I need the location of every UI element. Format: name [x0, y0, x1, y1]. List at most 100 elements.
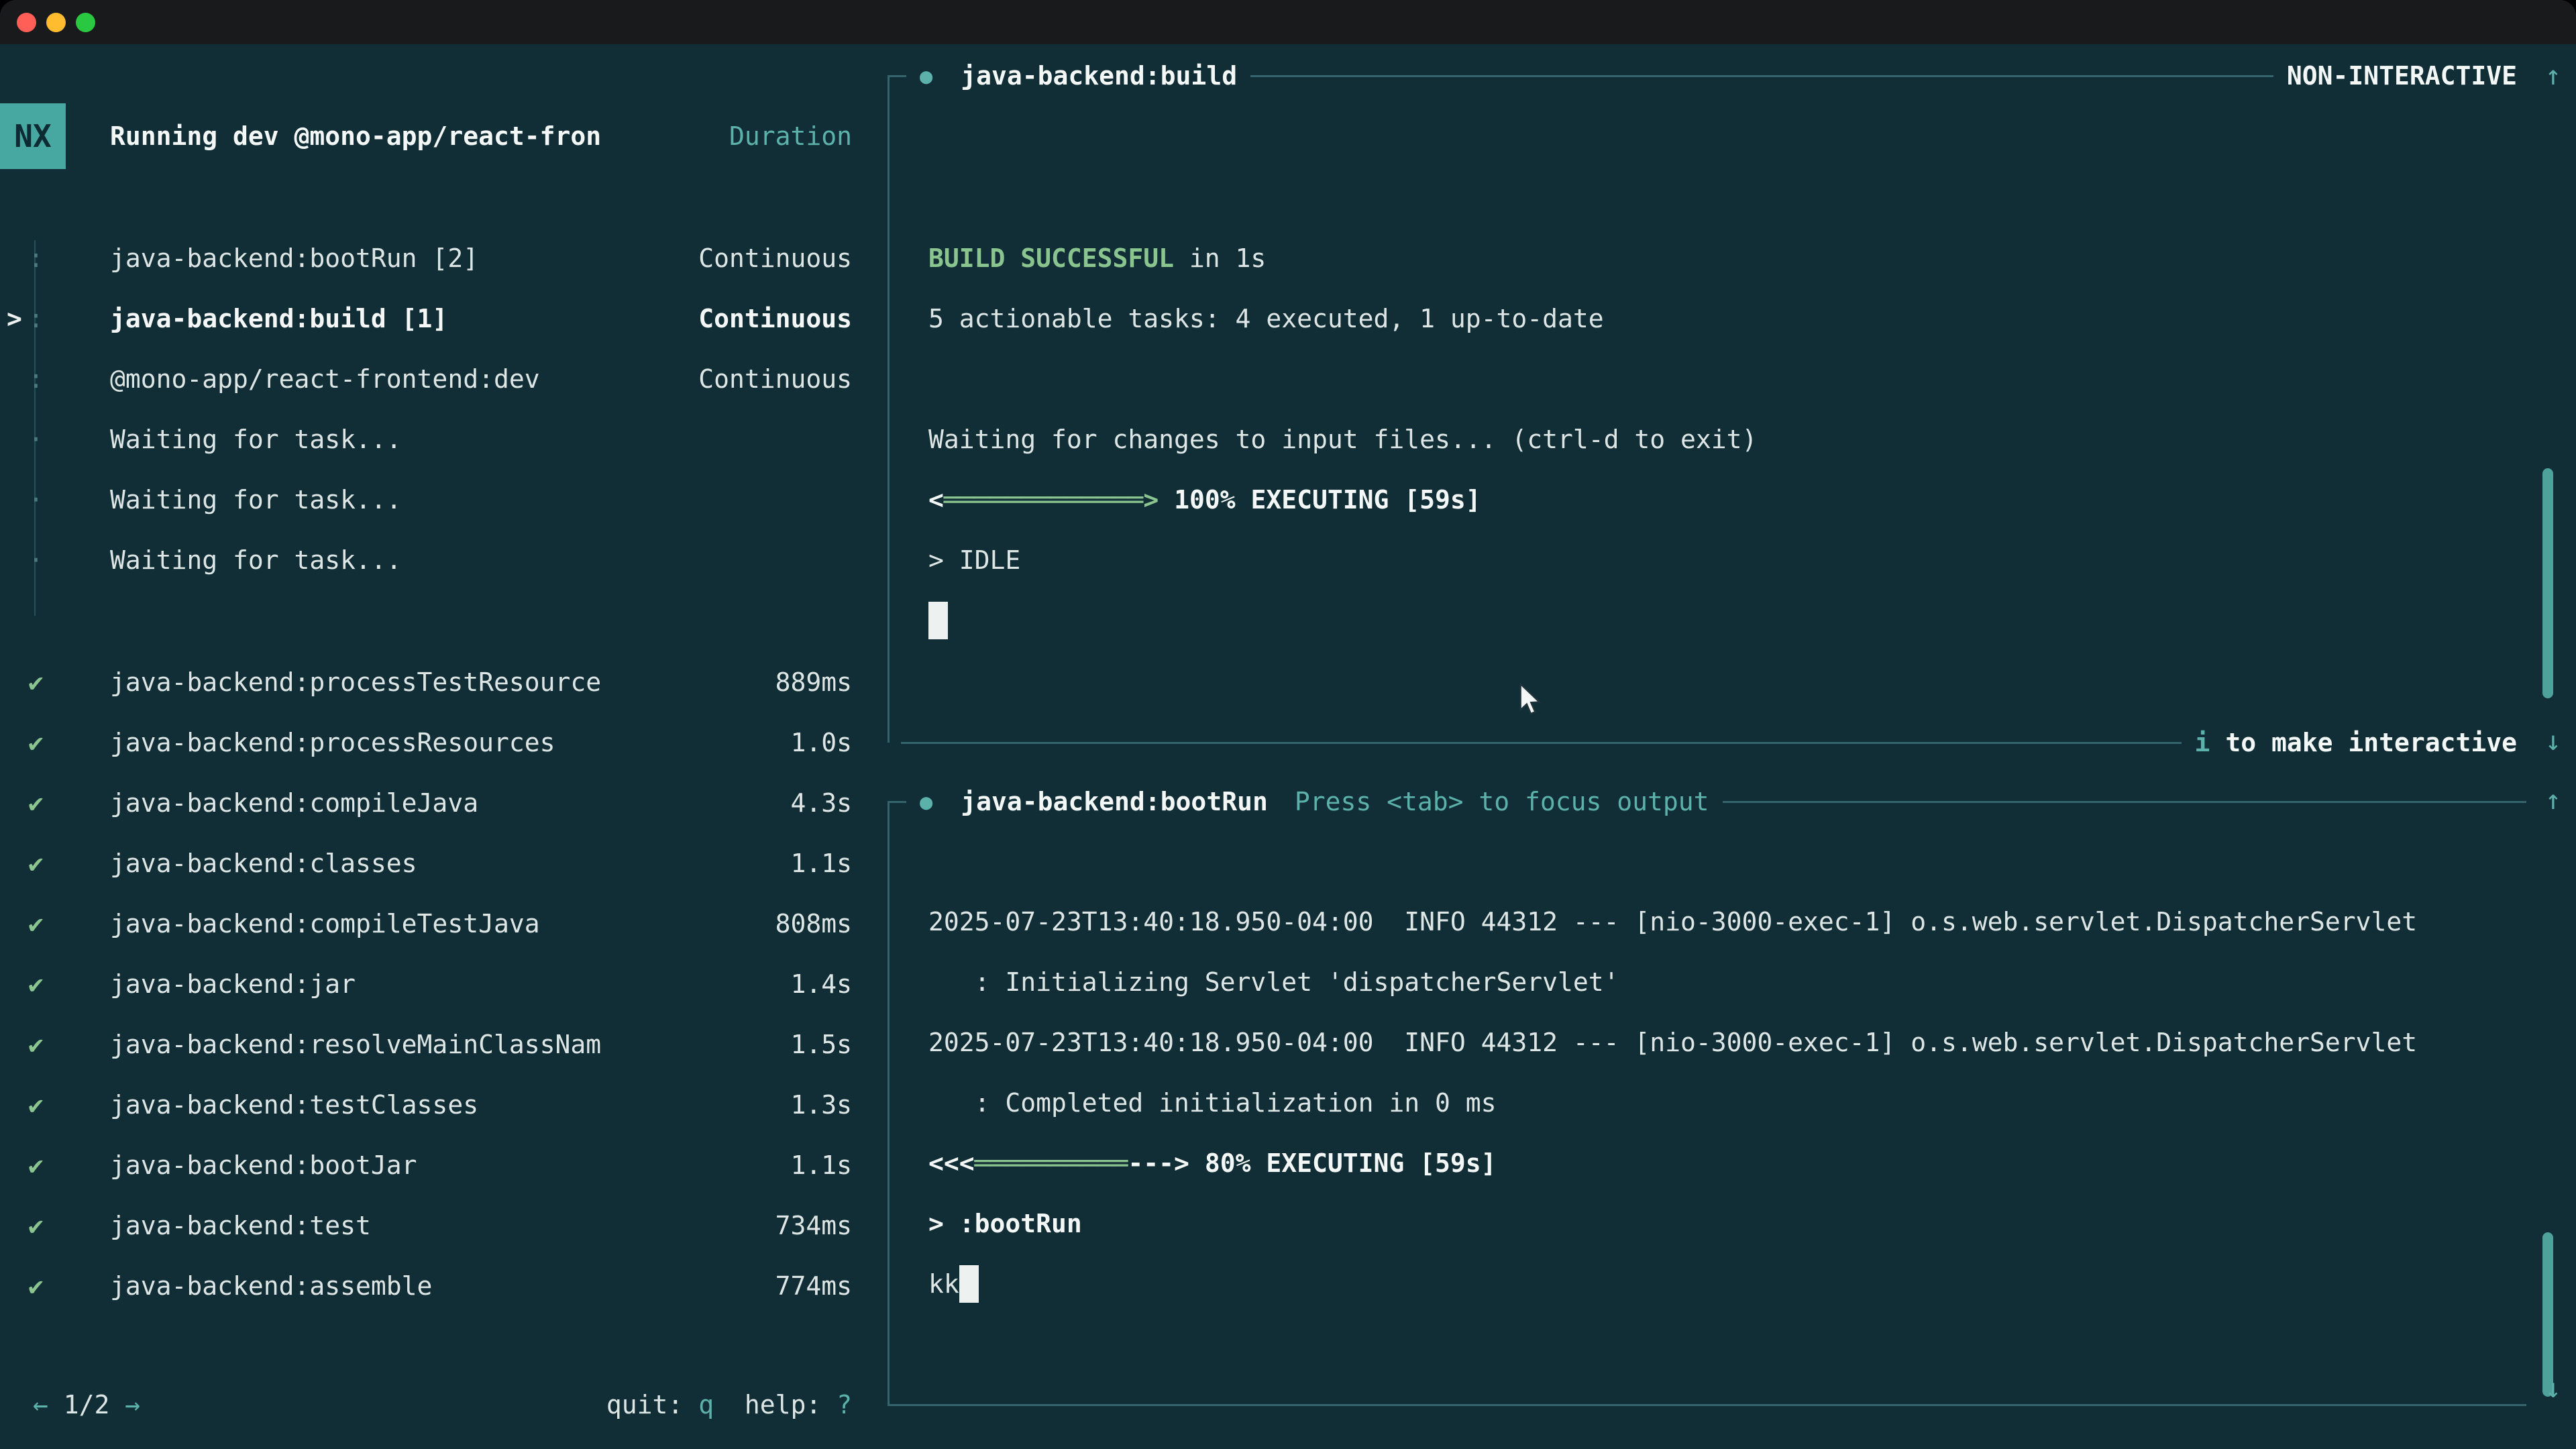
task-row[interactable]: ✔ java-backend:jar 1.4s [0, 954, 852, 1014]
task-row[interactable]: ✔ java-backend:processResources 1.0s [0, 712, 852, 773]
border-segment [888, 1404, 2526, 1406]
non-interactive-badge: NON-INTERACTIVE [2287, 61, 2517, 91]
interactive-hint: i to make interactive [2195, 728, 2517, 757]
check-icon: ✔ [0, 1271, 110, 1301]
prev-page-arrow-icon[interactable]: ← [33, 1390, 48, 1419]
titlebar [0, 0, 2576, 44]
check-icon: ✔ [0, 1211, 110, 1240]
check-icon: ✔ [0, 849, 110, 878]
terminal-line: > IDLE [928, 530, 2526, 590]
help-label: help: [714, 1390, 837, 1419]
nx-tui: NX Running dev @mono-app/react-fron Dura… [0, 44, 2576, 1449]
selection-arrow-icon: > [7, 304, 22, 333]
scroll-up-icon[interactable]: ↑ [2545, 786, 2561, 815]
task-row[interactable]: ✔ java-backend:testClasses 1.3s [0, 1075, 852, 1135]
task-row[interactable]: ✔ java-backend:bootJar 1.1s [0, 1135, 852, 1195]
bootrun-panel-footer [888, 1386, 2526, 1424]
check-icon: ✔ [0, 909, 110, 938]
input-line[interactable]: kk [928, 1254, 2526, 1314]
mouse-pointer-icon [1519, 683, 1546, 718]
build-panel-footer: i to make interactive [888, 724, 2526, 761]
log-line: : Completed initialization in 0 ms [928, 1073, 2526, 1133]
border-segment [1250, 75, 2273, 77]
terminal-line-blank [928, 349, 2526, 409]
run-command-title: Running dev @mono-app/react-fron [110, 121, 601, 151]
task-row[interactable]: ✔ java-backend:compileJava 4.3s [0, 773, 852, 833]
page-indicator: 1/2 [48, 1390, 125, 1419]
spinner-icon: : [0, 244, 110, 273]
log-line: 2025-07-23T13:40:18.950-04:00 INFO 44312… [928, 892, 2526, 952]
duration-column-header: Duration [729, 121, 852, 151]
gradle-progress-bar: <═════════════> 100% EXECUTING [59s] [928, 470, 2526, 530]
build-panel-scrollbar[interactable] [2542, 468, 2553, 698]
scroll-down-icon[interactable]: ↓ [2545, 727, 2561, 756]
build-panel-title-row: ● java-backend:build NON-INTERACTIVE [888, 57, 2526, 95]
completed-task-list: ✔ java-backend:processTestResource 889ms… [0, 652, 852, 1316]
pending-dot-icon: · [0, 485, 110, 515]
build-panel-title[interactable]: java-backend:build [961, 61, 1237, 91]
task-row[interactable]: : java-backend:bootRun [2] Continuous [0, 228, 852, 288]
task-row[interactable]: ✔ java-backend:test 734ms [0, 1195, 852, 1256]
gradle-progress-bar: <<<══════════---> 80% EXECUTING [59s] [928, 1133, 2526, 1193]
task-row-selected[interactable]: > : java-backend:build [1] Continuous [0, 288, 852, 349]
task-row[interactable]: : @mono-app/react-frontend:dev Continuou… [0, 349, 852, 409]
terminal-line: 5 actionable tasks: 4 executed, 1 up-to-… [928, 288, 2526, 349]
focus-output-hint: Press <tab> to focus output [1295, 787, 1709, 816]
build-output-panel: ● java-backend:build NON-INTERACTIVE BUI… [888, 57, 2526, 761]
task-row[interactable]: ✔ java-backend:compileTestJava 808ms [0, 894, 852, 954]
running-task-list: : java-backend:bootRun [2] Continuous > … [0, 228, 852, 590]
task-row-waiting[interactable]: · Waiting for task... [0, 409, 852, 470]
terminal-cursor-line [928, 590, 2526, 651]
bootrun-panel-title[interactable]: java-backend:bootRun [961, 787, 1268, 816]
task-row[interactable]: ✔ java-backend:classes 1.1s [0, 833, 852, 894]
panel-border [888, 76, 890, 743]
panel-border [888, 802, 890, 1405]
border-segment [901, 742, 2182, 744]
task-row-waiting[interactable]: · Waiting for task... [0, 470, 852, 530]
bootrun-panel-scrollbar[interactable] [2542, 1232, 2553, 1397]
scroll-up-icon[interactable]: ↑ [2545, 61, 2561, 91]
check-icon: ✔ [0, 667, 110, 697]
task-sidebar: NX Running dev @mono-app/react-fron Dura… [0, 44, 888, 1449]
log-line: : Initializing Servlet 'dispatcherServle… [928, 952, 2526, 1012]
terminal-window: NX Running dev @mono-app/react-fron Dura… [0, 0, 2576, 1449]
bootrun-output-panel: ● java-backend:bootRun Press <tab> to fo… [888, 783, 2526, 1424]
text-cursor [959, 1265, 979, 1303]
zoom-button[interactable] [76, 13, 95, 32]
bootrun-terminal-output: 2025-07-23T13:40:18.950-04:00 INFO 44312… [888, 820, 2526, 1314]
task-bullet-icon: ● [920, 63, 932, 89]
log-line: 2025-07-23T13:40:18.950-04:00 INFO 44312… [928, 1012, 2526, 1073]
sidebar-header: NX Running dev @mono-app/react-fron Dura… [0, 103, 852, 169]
task-row-waiting[interactable]: · Waiting for task... [0, 530, 852, 590]
check-icon: ✔ [0, 728, 110, 757]
task-row[interactable]: ✔ java-backend:assemble 774ms [0, 1256, 852, 1316]
close-button[interactable] [17, 13, 36, 32]
border-segment [888, 801, 906, 803]
pending-dot-icon: · [0, 545, 110, 575]
check-icon: ✔ [0, 1150, 110, 1180]
pending-dot-icon: · [0, 425, 110, 454]
next-page-arrow-icon[interactable]: → [125, 1390, 140, 1419]
scroll-down-icon[interactable]: ↓ [2545, 1374, 2561, 1403]
check-icon: ✔ [0, 969, 110, 999]
quit-key[interactable]: q [698, 1390, 714, 1419]
output-panels: ● java-backend:build NON-INTERACTIVE BUI… [888, 44, 2576, 1449]
text-cursor [928, 602, 948, 639]
quit-label: quit: [606, 1390, 698, 1419]
nx-logo: NX [0, 103, 66, 169]
sidebar-footer: ← 1/2 → quit: q help: ? [0, 1375, 852, 1435]
task-bullet-icon: ● [920, 789, 932, 814]
border-segment [1723, 801, 2526, 803]
help-key[interactable]: ? [837, 1390, 852, 1419]
check-icon: ✔ [0, 1030, 110, 1059]
check-icon: ✔ [0, 1090, 110, 1120]
minimize-button[interactable] [46, 13, 66, 32]
check-icon: ✔ [0, 788, 110, 818]
build-terminal-output: BUILD SUCCESSFUL in 1s 5 actionable task… [888, 95, 2526, 651]
spinner-icon: : [0, 364, 110, 394]
prompt-line: > :bootRun [928, 1193, 2526, 1254]
bootrun-panel-title-row: ● java-backend:bootRun Press <tab> to fo… [888, 783, 2526, 820]
task-row[interactable]: ✔ java-backend:processTestResource 889ms [0, 652, 852, 712]
border-segment [888, 75, 906, 77]
task-row[interactable]: ✔ java-backend:resolveMainClassNam 1.5s [0, 1014, 852, 1075]
